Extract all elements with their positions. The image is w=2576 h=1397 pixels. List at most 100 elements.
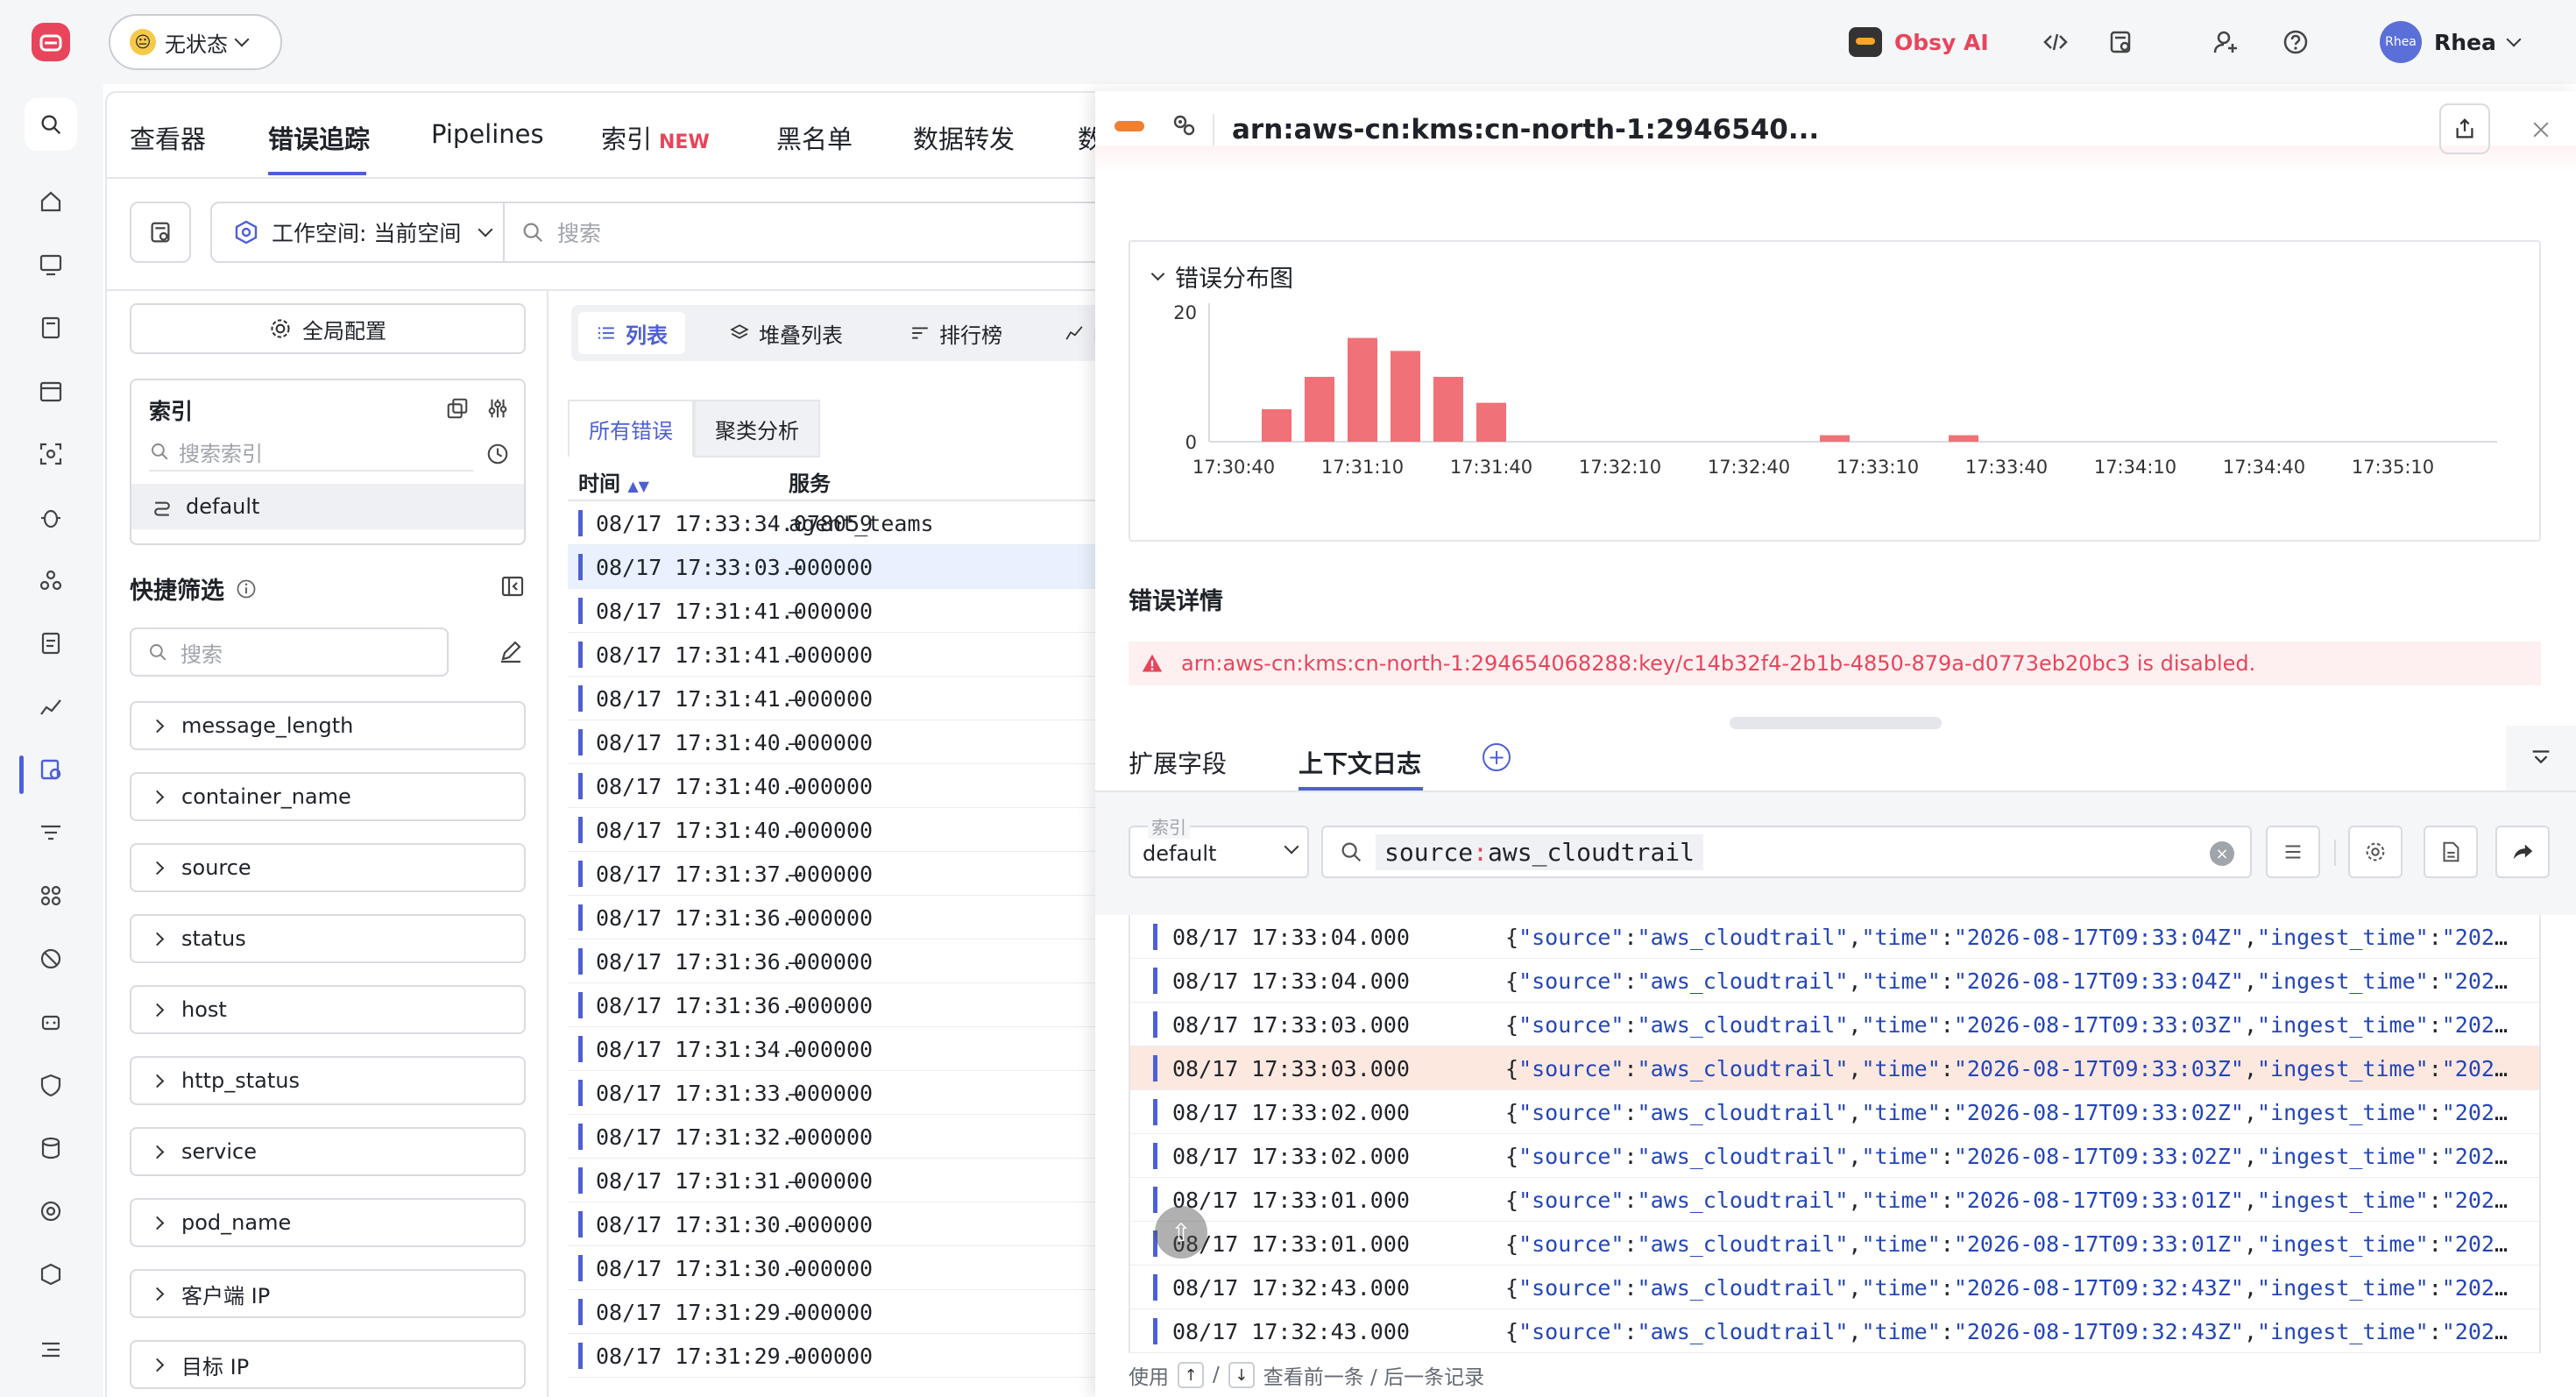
help-icon[interactable]	[2278, 25, 2313, 60]
user-menu[interactable]: Rhea Rhea	[2380, 19, 2522, 65]
view-list-button[interactable]: 列表	[578, 312, 685, 354]
collapse-panel-button[interactable]	[2506, 726, 2576, 791]
table-row[interactable]: 08/17 17:31:30.000000–	[568, 1246, 1095, 1290]
global-config-button[interactable]: 全局配置	[130, 303, 526, 354]
book-icon[interactable]	[33, 310, 68, 345]
tab-error-tracking[interactable]: 错误追踪	[268, 119, 370, 156]
doc-settings-button[interactable]	[130, 202, 191, 263]
col-time-header[interactable]: 时间 ▲▼	[578, 466, 649, 497]
share-button[interactable]	[2439, 103, 2490, 154]
scroll-to-top-button[interactable]: ⇧	[1155, 1206, 1207, 1259]
obsy-ai-button[interactable]: Obsy AI	[1849, 23, 1989, 61]
context-log-row[interactable]: 08/17 17:33:01.000 {"source":"aws_cloudtr…	[1130, 1222, 2539, 1266]
status-dropdown[interactable]: 😐 无状态	[109, 14, 282, 70]
copy-icon[interactable]	[445, 396, 470, 421]
table-row[interactable]: 08/17 17:31:36.000000–	[568, 983, 1095, 1027]
quick-filter-item[interactable]: host	[130, 985, 526, 1034]
quick-filter-item[interactable]: 客户端 IP	[130, 1269, 526, 1318]
list-view-button[interactable]	[2266, 826, 2320, 878]
dashboard-icon[interactable]	[33, 247, 68, 282]
log-icon[interactable]	[33, 626, 68, 661]
context-log-row[interactable]: 08/17 17:33:04.000 {"source":"aws_cloudtr…	[1130, 959, 2539, 1003]
close-button[interactable]	[2525, 114, 2557, 145]
table-row[interactable]: 08/17 17:31:40.000000–	[568, 808, 1095, 852]
settings-button[interactable]	[2348, 826, 2403, 878]
tab-truncated[interactable]: 数	[1078, 119, 1095, 156]
table-row[interactable]: 08/17 17:31:29.000000–	[568, 1334, 1095, 1378]
add-tab-button[interactable]: +	[1483, 743, 1511, 771]
view-ranking-button[interactable]: 排行榜	[892, 312, 1020, 354]
table-row[interactable]: 08/17 17:31:40.000000–	[568, 720, 1095, 764]
table-row[interactable]: 08/17 17:31:32.000000–	[568, 1115, 1095, 1159]
view-time-button[interactable]: 时	[1046, 312, 1095, 354]
apps-icon[interactable]	[33, 878, 68, 913]
context-log-row[interactable]: 08/17 17:32:43.000 {"source":"aws_cloudtr…	[1130, 1266, 2539, 1309]
view-stacked-button[interactable]: 堆叠列表	[711, 312, 860, 354]
tab-data-forwarding[interactable]: 数据转发	[913, 119, 1015, 156]
home-icon[interactable]	[33, 184, 68, 219]
sidebar-search-button[interactable]	[25, 98, 77, 151]
tab-blacklist[interactable]: 黑名单	[776, 119, 853, 156]
subtab-all-errors[interactable]: 所有错误	[568, 400, 694, 457]
code-icon[interactable]	[2038, 25, 2073, 60]
table-row[interactable]: 08/17 17:33:03.000000–	[568, 545, 1095, 589]
shield-icon[interactable]	[33, 1067, 68, 1103]
table-row[interactable]: 08/17 17:31:37.000000–	[568, 852, 1095, 896]
tab-index[interactable]: 索引 NEW	[601, 119, 710, 156]
quick-filter-item[interactable]: status	[130, 914, 526, 963]
panel-collapse-icon[interactable]	[499, 573, 526, 599]
quick-filter-item[interactable]: pod_name	[130, 1198, 526, 1247]
document-button[interactable]	[2424, 826, 2478, 878]
table-row[interactable]: 08/17 17:31:31.000000–	[568, 1159, 1095, 1202]
quick-filter-item[interactable]: message_length	[130, 701, 526, 750]
sliders-icon[interactable]	[485, 396, 510, 421]
app-logo[interactable]	[32, 23, 70, 61]
workspace-select[interactable]: 工作空间: 当前空间	[210, 202, 505, 263]
database-icon[interactable]	[33, 1131, 68, 1166]
quick-filter-item[interactable]: 目标 IP	[130, 1340, 526, 1389]
doc-settings-icon[interactable]	[2103, 25, 2138, 60]
search-input[interactable]: 搜索	[505, 202, 1095, 263]
table-row[interactable]: 08/17 17:31:41.000000–	[568, 677, 1095, 720]
context-log-row[interactable]: 08/17 17:33:03.000 {"source":"aws_cloudtr…	[1130, 1046, 2539, 1090]
context-log-row[interactable]: 08/17 17:33:02.000 {"source":"aws_cloudtr…	[1130, 1134, 2539, 1178]
menu-collapse-icon[interactable]	[33, 1332, 68, 1367]
edit-icon[interactable]	[498, 638, 524, 664]
table-row[interactable]: 08/17 17:31:41.000000–	[568, 589, 1095, 633]
table-row[interactable]: 08/17 17:31:36.000000–	[568, 896, 1095, 940]
quick-filter-item[interactable]: container_name	[130, 772, 526, 821]
tab-pipelines[interactable]: Pipelines	[431, 119, 544, 149]
tab-viewer[interactable]: 查看器	[130, 119, 206, 156]
clear-query-icon[interactable]: ×	[2210, 841, 2234, 866]
quick-filter-item[interactable]: source	[130, 843, 526, 892]
info-icon[interactable]	[235, 578, 258, 600]
settings-cluster-icon[interactable]	[1169, 110, 1199, 140]
chart-title[interactable]: 错误分布图	[1150, 259, 1293, 294]
metrics-icon[interactable]	[33, 689, 68, 724]
context-index-select[interactable]: 索引 default	[1129, 813, 1309, 878]
subtab-clustering[interactable]: 聚类分析	[694, 400, 820, 457]
error-tracking-icon[interactable]	[33, 752, 68, 787]
history-icon[interactable]	[485, 442, 510, 466]
quick-filter-item[interactable]: http_status	[130, 1056, 526, 1105]
index-search-input[interactable]: 搜索索引	[149, 433, 473, 472]
context-log-row[interactable]: 08/17 17:33:03.000 {"source":"aws_cloudtr…	[1130, 1003, 2539, 1046]
target-icon[interactable]	[33, 1194, 68, 1229]
table-row[interactable]: 08/17 17:31:40.000000–	[568, 764, 1095, 808]
table-row[interactable]: 08/17 17:31:34.000000–	[568, 1027, 1095, 1071]
quick-filter-search[interactable]: 搜索	[130, 628, 449, 677]
context-query-input[interactable]: source:aws_cloudtrail ×	[1321, 826, 2252, 878]
table-row[interactable]: 08/17 17:33:34.078059 agent_teams	[568, 501, 1095, 545]
context-log-row[interactable]: 08/17 17:33:04.000 {"source":"aws_cloudtr…	[1130, 915, 2539, 959]
forward-button[interactable]	[2495, 826, 2550, 878]
bug-icon[interactable]	[33, 500, 68, 535]
robot-icon[interactable]	[33, 1004, 68, 1039]
table-row[interactable]: 08/17 17:31:41.000000–	[568, 633, 1095, 677]
cluster-icon[interactable]	[33, 563, 68, 598]
cube-icon[interactable]	[33, 1257, 68, 1292]
context-log-row[interactable]: 08/17 17:32:43.000 {"source":"aws_cloudtr…	[1130, 1309, 2539, 1353]
filter-list-icon[interactable]	[33, 815, 68, 850]
calendar-icon[interactable]	[33, 373, 68, 408]
table-row[interactable]: 08/17 17:31:33.000000–	[568, 1071, 1095, 1115]
tab-context-logs[interactable]: 上下文日志	[1299, 745, 1421, 780]
